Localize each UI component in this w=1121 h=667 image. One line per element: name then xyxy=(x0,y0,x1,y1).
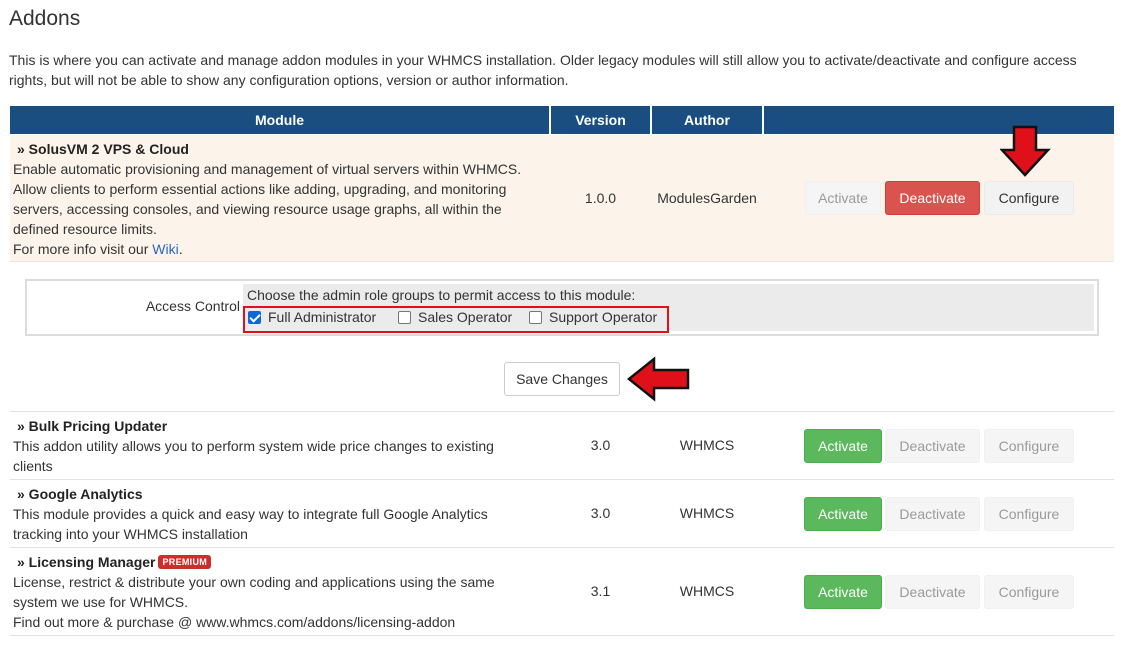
deactivate-button[interactable]: Deactivate xyxy=(885,497,980,531)
module-author: WHMCS xyxy=(679,505,735,521)
module-author: WHMCS xyxy=(679,583,735,599)
configure-button[interactable]: Configure xyxy=(984,181,1074,215)
activate-button[interactable]: Activate xyxy=(804,497,882,531)
row-divider xyxy=(10,635,1114,636)
save-changes-button[interactable]: Save Changes xyxy=(504,362,620,396)
row-divider xyxy=(10,479,1114,480)
arrow-down-annotation-icon xyxy=(1000,125,1051,177)
module-version: 3.0 xyxy=(590,505,611,521)
module-name: » Google Analytics xyxy=(17,486,143,502)
activate-button[interactable]: Activate xyxy=(804,429,882,463)
column-header-author: Author xyxy=(652,106,762,134)
checkbox-label-sales-operator[interactable]: Sales Operator xyxy=(418,309,512,325)
module-name: » SolusVM 2 VPS & Cloud xyxy=(17,141,189,157)
configure-button[interactable]: Configure xyxy=(984,429,1074,463)
activate-button[interactable]: Activate xyxy=(805,181,881,215)
module-version: 1.0.0 xyxy=(584,190,617,206)
module-name: » Bulk Pricing Updater xyxy=(17,418,168,434)
checkbox-support-operator[interactable] xyxy=(529,311,542,324)
checkbox-full-administrator[interactable] xyxy=(248,311,261,324)
wiki-link[interactable]: Wiki xyxy=(152,241,178,257)
row-divider xyxy=(10,411,1114,412)
page-title: Addons xyxy=(9,7,81,30)
checkbox-label-support-operator[interactable]: Support Operator xyxy=(549,309,657,325)
module-author: WHMCS xyxy=(679,437,735,453)
module-description: This module provides a quick and easy wa… xyxy=(13,506,488,542)
module-author: ModulesGarden xyxy=(657,190,757,206)
deactivate-button[interactable]: Deactivate xyxy=(885,575,980,609)
premium-badge: PREMIUM xyxy=(158,555,212,569)
arrow-left-annotation-icon xyxy=(626,356,690,402)
column-header-module: Module xyxy=(10,106,549,134)
deactivate-button[interactable]: Deactivate xyxy=(885,429,980,463)
module-description: Enable automatic provisioning and manage… xyxy=(13,161,522,257)
column-header-actions xyxy=(764,106,1114,134)
access-control-label: Access Control xyxy=(145,298,240,314)
column-header-version: Version xyxy=(551,106,650,134)
checkbox-label-full-administrator[interactable]: Full Administrator xyxy=(268,309,376,325)
page-intro: This is where you can activate and manag… xyxy=(9,52,1077,88)
module-version: 3.1 xyxy=(590,583,611,599)
configure-button[interactable]: Configure xyxy=(984,497,1074,531)
access-control-prompt: Choose the admin role groups to permit a… xyxy=(247,287,636,303)
configure-button[interactable]: Configure xyxy=(984,575,1074,609)
row-divider xyxy=(10,547,1114,548)
module-description: This addon utility allows you to perform… xyxy=(13,438,494,474)
module-version: 3.0 xyxy=(590,437,611,453)
deactivate-button[interactable]: Deactivate xyxy=(885,181,980,215)
module-description: License, restrict & distribute your own … xyxy=(13,574,495,630)
activate-button[interactable]: Activate xyxy=(804,575,882,609)
checkbox-sales-operator[interactable] xyxy=(398,311,411,324)
module-name: » Licensing Manager PREMIUM xyxy=(17,554,212,570)
